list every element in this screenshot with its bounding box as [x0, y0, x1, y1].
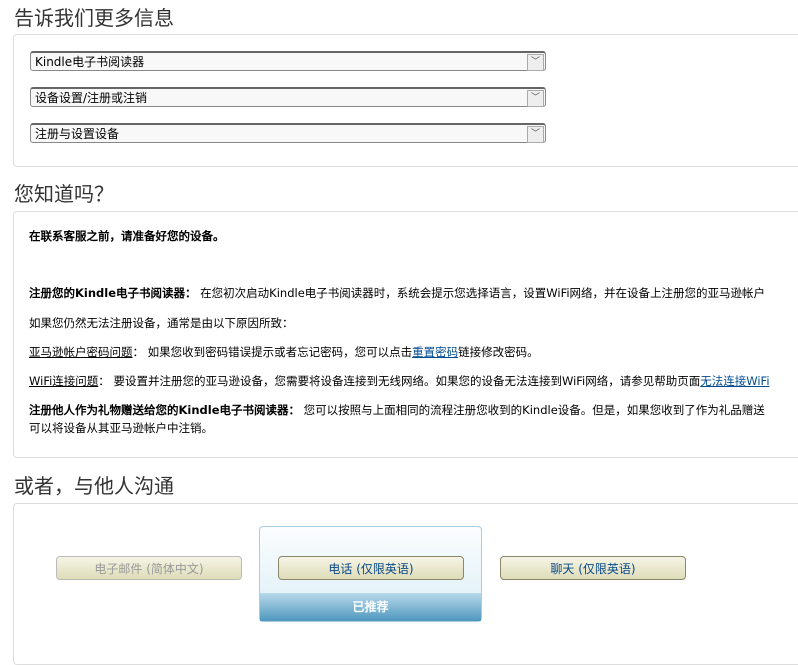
section-title-contact: 或者，与他人沟通 [14, 474, 174, 498]
product-select[interactable]: Kindle电子书阅读器 ﹀ [30, 51, 546, 71]
chat-button[interactable]: 聊天 (仅限英语) [500, 556, 686, 580]
p1-text: 在您初次启动Kindle电子书阅读器时，系统会提示您选择语言，设置WiFi网络，… [196, 286, 766, 300]
chevron-down-icon: ﹀ [527, 126, 544, 143]
p1-heading: 注册您的Kindle电子书阅读器： [29, 286, 197, 300]
contact-panel: 电子邮件 (简体中文) 已推荐 电话 (仅限英语) 聊天 (仅限英语) [13, 503, 798, 665]
topic-select[interactable]: 设备设置/注册或注销 ﹀ [30, 87, 546, 107]
p2-text: 如果您仍然无法注册设备，通常是由以下原因所致： [29, 316, 294, 330]
phone-button[interactable]: 电话 (仅限英语) [278, 556, 464, 580]
intro-text: 在联系客服之前，请准备好您的设备。 [29, 229, 225, 243]
chevron-down-icon: ﹀ [527, 90, 544, 107]
reset-password-link[interactable]: 重置密码 [412, 345, 458, 359]
section-title-did-you-know: 您知道吗？ [14, 182, 114, 206]
subtopic-select[interactable]: 注册与设置设备 ﹀ [30, 123, 546, 143]
p3-end: 链接修改密码。 [458, 345, 539, 359]
select-value: 注册与设置设备 [35, 127, 120, 141]
p3-text: ： 如果您收到密码错误提示或者忘记密码，您可以点击 [132, 345, 413, 359]
p4-text: ： 要设置并注册您的亚马逊设备，您需要将设备连接到无线网络。如果您的设备无法连接… [98, 374, 701, 388]
password-issue-label: 亚马逊帐户密码问题 [29, 345, 133, 359]
recommended-label: 已推荐 [260, 593, 481, 621]
wifi-issue-label: WiFi连接问题 [29, 374, 99, 388]
p5-text: 您可以按照与上面相同的流程注册您收到的Kindle设备。但是，如果您收到了作为礼… [300, 403, 765, 417]
p5-heading: 注册他人作为礼物赠送给您的Kindle电子书阅读器： [29, 403, 301, 417]
select-value: Kindle电子书阅读器 [35, 55, 145, 69]
p5-text-line2: 可以将设备从其亚马逊帐户中注销。 [29, 421, 213, 435]
wifi-help-link[interactable]: 无法连接WiFi [700, 374, 769, 388]
section-title-more-info: 告诉我们更多信息 [14, 6, 174, 30]
info-panel: 在联系客服之前，请准备好您的设备。 注册您的Kindle电子书阅读器： 在您初次… [13, 211, 798, 458]
email-button[interactable]: 电子邮件 (简体中文) [56, 556, 242, 580]
category-panel: Kindle电子书阅读器 ﹀ 设备设置/注册或注销 ﹀ 注册与设置设备 ﹀ [13, 34, 798, 167]
chevron-down-icon: ﹀ [527, 54, 544, 71]
select-value: 设备设置/注册或注销 [35, 91, 148, 105]
